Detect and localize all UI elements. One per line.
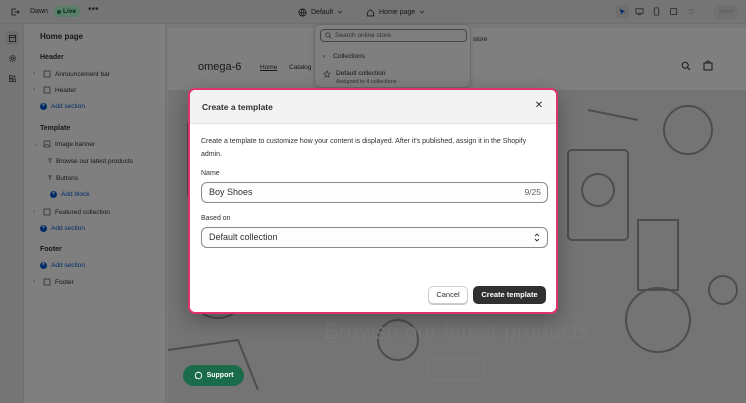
support-label: Support [206,372,234,379]
support-button[interactable]: Support [183,365,244,386]
template-name-input[interactable]: Boy Shoes 9/25 [201,182,548,203]
name-field-label: Name [201,170,220,177]
based-on-selected-value: Default collection [209,232,278,242]
character-count: 9/25 [524,187,541,197]
based-on-field-label: Based on [201,215,231,222]
close-icon[interactable]: ✕ [533,100,545,112]
cancel-button[interactable]: Cancel [428,286,468,304]
select-arrows-icon [534,233,540,242]
chat-bubble-icon [194,371,202,380]
template-name-value: Boy Shoes [209,187,253,197]
dialog-title: Create a template [202,102,273,112]
create-template-button[interactable]: Create template [473,286,546,304]
based-on-select[interactable]: Default collection [201,227,548,248]
create-template-dialog: Create a template ✕ Create a template to… [188,88,558,314]
dialog-description: Create a template to customize how your … [201,138,527,158]
dialog-header: Create a template ✕ [190,90,556,124]
